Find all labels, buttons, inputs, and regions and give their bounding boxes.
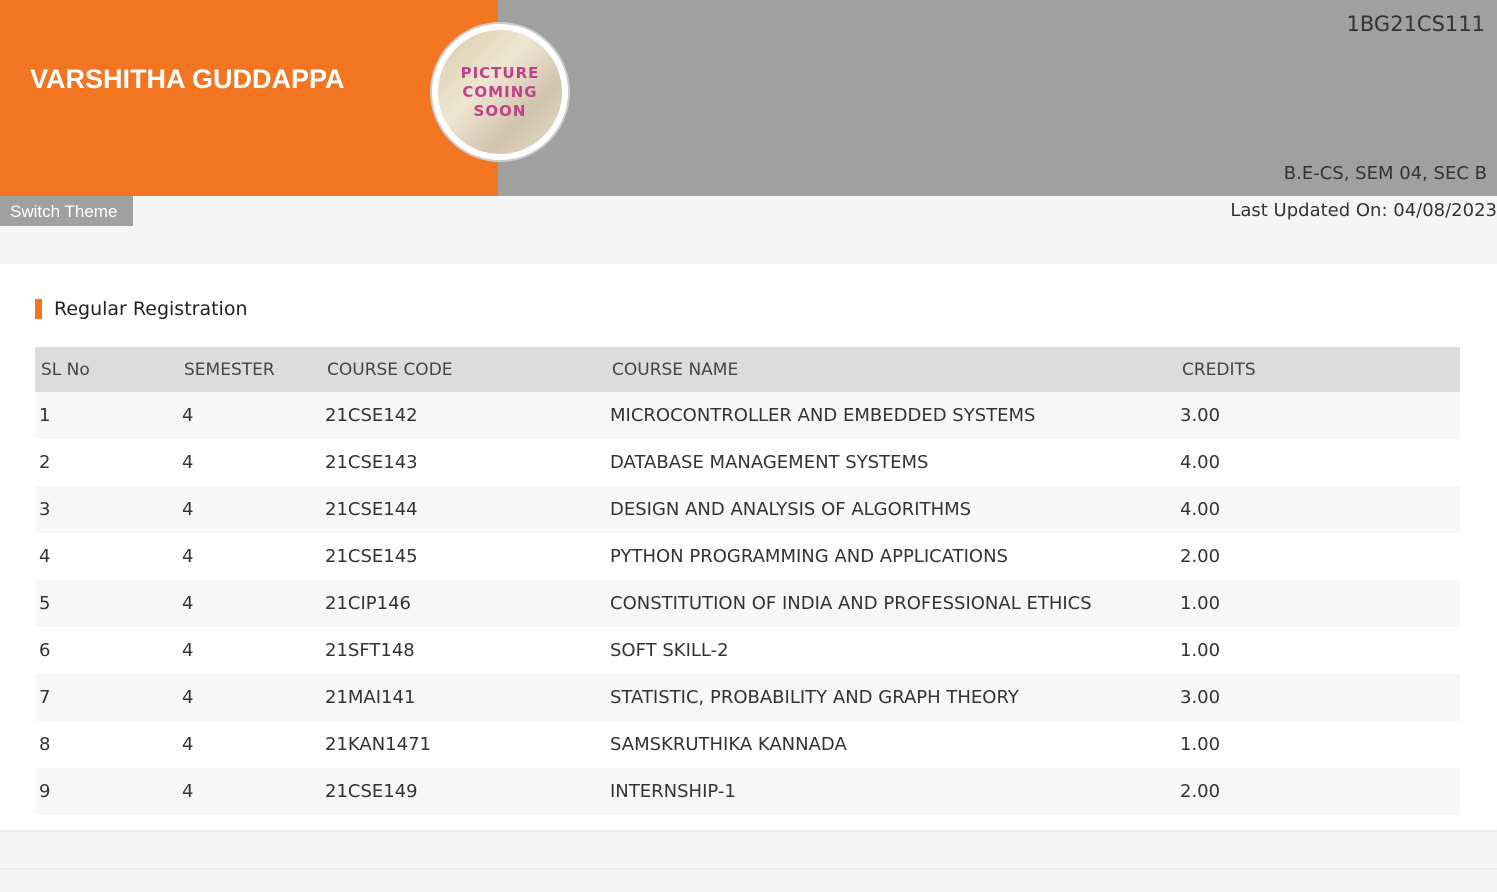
cell-sl-no: 8: [35, 721, 178, 768]
table-row: 2 4 21CSE143 DATABASE MANAGEMENT SYSTEMS…: [35, 439, 1460, 486]
cell-semester: 4: [178, 392, 321, 439]
cell-course-code: 21CSE145: [321, 533, 606, 580]
cell-semester: 4: [178, 580, 321, 627]
student-usn: 1BG21CS111: [1346, 12, 1485, 36]
program-info: B.E-CS, SEM 04, SEC B: [1283, 163, 1487, 184]
cell-sl-no: 5: [35, 580, 178, 627]
cell-credits: 4.00: [1176, 486, 1460, 533]
cell-semester: 4: [178, 627, 321, 674]
profile-header: VARSHITHA GUDDAPPA PICTURE COMING SOON 1…: [0, 0, 1497, 196]
cell-sl-no: 4: [35, 533, 178, 580]
table-row: 4 4 21CSE145 PYTHON PROGRAMMING AND APPL…: [35, 533, 1460, 580]
cell-course-name: DESIGN AND ANALYSIS OF ALGORITHMS: [606, 486, 1176, 533]
column-header-course-name: COURSE NAME: [606, 347, 1176, 392]
cell-course-code: 21CSE143: [321, 439, 606, 486]
registration-table: SL No SEMESTER COURSE CODE COURSE NAME C…: [35, 347, 1460, 815]
section-title-text: Regular Registration: [54, 298, 248, 320]
cell-course-name: CONSTITUTION OF INDIA AND PROFESSIONAL E…: [606, 580, 1176, 627]
cell-sl-no: 9: [35, 768, 178, 815]
cell-sl-no: 7: [35, 674, 178, 721]
cell-credits: 1.00: [1176, 627, 1460, 674]
column-header-semester: SEMESTER: [178, 347, 321, 392]
avatar-placeholder-image: PICTURE COMING SOON: [438, 30, 562, 154]
cell-sl-no: 6: [35, 627, 178, 674]
table-row: 5 4 21CIP146 CONSTITUTION OF INDIA AND P…: [35, 580, 1460, 627]
cell-course-code: 21CSE144: [321, 486, 606, 533]
cell-course-name: DATABASE MANAGEMENT SYSTEMS: [606, 439, 1176, 486]
avatar: PICTURE COMING SOON: [430, 22, 570, 162]
cell-semester: 4: [178, 486, 321, 533]
table-header-row: SL No SEMESTER COURSE CODE COURSE NAME C…: [35, 347, 1460, 392]
cell-semester: 4: [178, 768, 321, 815]
cell-course-code: 21SFT148: [321, 627, 606, 674]
table-row: 9 4 21CSE149 INTERNSHIP-1 2.00: [35, 768, 1460, 815]
cell-sl-no: 2: [35, 439, 178, 486]
section-title: Regular Registration: [35, 298, 248, 320]
avatar-placeholder-text: PICTURE COMING SOON: [460, 63, 540, 120]
column-header-credits: CREDITS: [1176, 347, 1460, 392]
title-accent-bar: [35, 299, 42, 319]
cell-sl-no: 1: [35, 392, 178, 439]
cell-course-code: 21CSE149: [321, 768, 606, 815]
cell-course-name: MICROCONTROLLER AND EMBEDDED SYSTEMS: [606, 392, 1176, 439]
cell-credits: 1.00: [1176, 580, 1460, 627]
column-header-sl-no: SL No: [35, 347, 178, 392]
cell-credits: 2.00: [1176, 768, 1460, 815]
cell-course-name: STATISTIC, PROBABILITY AND GRAPH THEORY: [606, 674, 1176, 721]
cell-semester: 4: [178, 533, 321, 580]
switch-theme-button[interactable]: Switch Theme: [0, 196, 133, 226]
table-row: 1 4 21CSE142 MICROCONTROLLER AND EMBEDDE…: [35, 392, 1460, 439]
cell-credits: 2.00: [1176, 533, 1460, 580]
cell-course-name: INTERNSHIP-1: [606, 768, 1176, 815]
cell-course-name: SOFT SKILL-2: [606, 627, 1176, 674]
footer-divider: [0, 868, 1497, 870]
last-updated-text: Last Updated On: 04/08/2023: [1230, 200, 1497, 221]
cell-sl-no: 3: [35, 486, 178, 533]
table-row: 8 4 21KAN1471 SAMSKRUTHIKA KANNADA 1.00: [35, 721, 1460, 768]
table-row: 6 4 21SFT148 SOFT SKILL-2 1.00: [35, 627, 1460, 674]
cell-course-code: 21MAI141: [321, 674, 606, 721]
cell-credits: 1.00: [1176, 721, 1460, 768]
column-header-course-code: COURSE CODE: [321, 347, 606, 392]
cell-course-code: 21CSE142: [321, 392, 606, 439]
table-row: 3 4 21CSE144 DESIGN AND ANALYSIS OF ALGO…: [35, 486, 1460, 533]
table-row: 7 4 21MAI141 STATISTIC, PROBABILITY AND …: [35, 674, 1460, 721]
cell-credits: 3.00: [1176, 392, 1460, 439]
cell-semester: 4: [178, 439, 321, 486]
cell-credits: 3.00: [1176, 674, 1460, 721]
cell-course-name: PYTHON PROGRAMMING AND APPLICATIONS: [606, 533, 1176, 580]
student-name: VARSHITHA GUDDAPPA: [30, 64, 345, 94]
name-panel: VARSHITHA GUDDAPPA: [0, 0, 498, 196]
cell-semester: 4: [178, 721, 321, 768]
cell-course-code: 21CIP146: [321, 580, 606, 627]
cell-course-name: SAMSKRUTHIKA KANNADA: [606, 721, 1176, 768]
cell-course-code: 21KAN1471: [321, 721, 606, 768]
cell-semester: 4: [178, 674, 321, 721]
cell-credits: 4.00: [1176, 439, 1460, 486]
